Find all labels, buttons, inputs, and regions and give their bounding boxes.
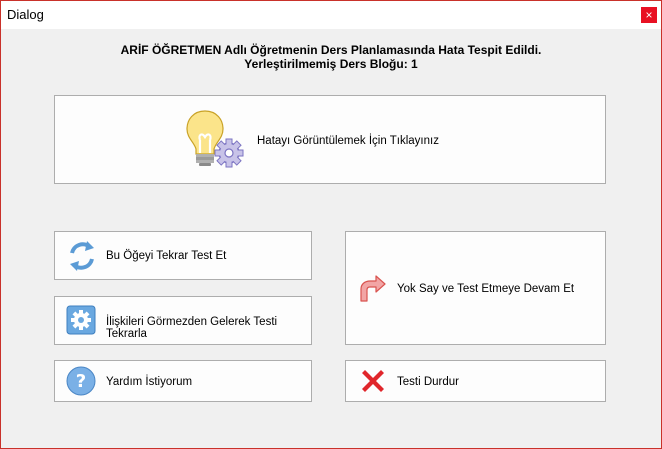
stop-test-button[interactable]: Testi Durdur (345, 360, 606, 402)
title-bar[interactable]: Dialog × (1, 1, 661, 29)
retest-ignore-relations-button[interactable]: İlişkileri Görmezden Gelerek Testi Tekra… (54, 296, 312, 345)
dialog-window: Dialog × ARİF ÖĞRETMEN Adlı Öğretmenin D… (0, 0, 662, 449)
help-button[interactable]: ? Yardım İstiyorum (54, 360, 312, 402)
refresh-icon (66, 239, 98, 273)
ignore-continue-label: Yok Say ve Test Etmeye Devam Et (397, 283, 575, 295)
turn-right-arrow-icon (357, 273, 387, 303)
window-title: Dialog (7, 7, 44, 22)
help-label: Yardım İstiyorum (106, 376, 193, 388)
stop-test-label: Testi Durdur (397, 376, 459, 388)
close-button[interactable]: × (641, 7, 657, 23)
error-message: ARİF ÖĞRETMEN Adlı Öğretmenin Ders Planl… (120, 43, 542, 57)
retest-ignore-relations-label: İlişkileri Görmezden Gelerek Testi Tekra… (106, 316, 278, 340)
retest-item-label: Bu Öğeyi Tekrar Test Et (106, 250, 227, 262)
view-error-label: Hatayı Görüntülemek İçin Tıklayınız (257, 135, 439, 147)
svg-text:?: ? (76, 371, 86, 392)
unplaced-block-count: Yerleştirilmemiş Ders Bloğu: 1 (244, 57, 418, 71)
lightbulb-gear-icon (183, 107, 247, 171)
ignore-continue-button[interactable]: Yok Say ve Test Etmeye Devam Et (345, 231, 606, 345)
error-header: ARİF ÖĞRETMEN Adlı Öğretmenin Ders Planl… (1, 43, 661, 71)
red-x-icon (359, 367, 387, 395)
view-error-button[interactable]: Hatayı Görüntülemek İçin Tıklayınız (54, 95, 606, 184)
retest-item-button[interactable]: Bu Öğeyi Tekrar Test Et (54, 231, 312, 280)
gear-icon (66, 305, 96, 335)
question-icon: ? (66, 366, 96, 396)
